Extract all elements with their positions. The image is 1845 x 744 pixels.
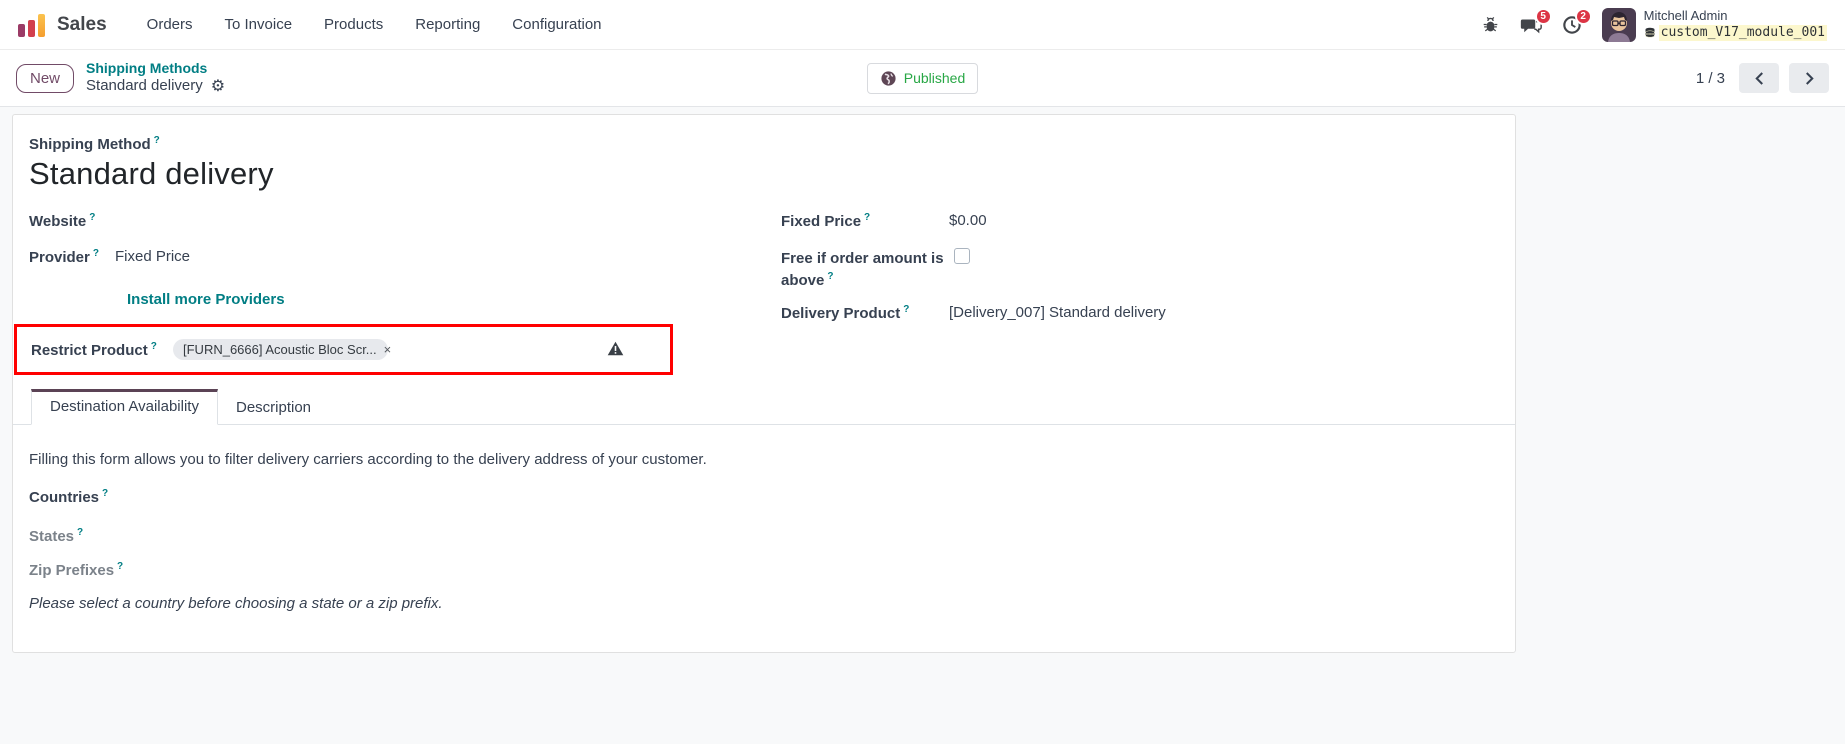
menu-reporting[interactable]: Reporting <box>415 16 480 33</box>
chevron-left-icon <box>1754 72 1765 85</box>
published-toggle[interactable]: Published <box>867 63 979 94</box>
top-navbar: Sales Orders To Invoice Products Reporti… <box>0 0 1845 50</box>
record-title[interactable]: Standard delivery <box>29 156 274 192</box>
help-icon: ? <box>154 135 160 146</box>
debug-bug-icon[interactable] <box>1481 15 1500 34</box>
pager-previous-button[interactable] <box>1739 63 1779 93</box>
free-over-checkbox[interactable] <box>954 248 970 264</box>
help-icon: ? <box>93 248 99 259</box>
restrict-product-alert-box: Restrict Product? [FURN_6666] Acoustic B… <box>14 324 673 375</box>
states-label: States <box>29 528 74 545</box>
published-label: Published <box>904 70 966 86</box>
restrict-product-tag-label: [FURN_6666] Acoustic Bloc Scr... <box>183 342 377 357</box>
messages-count-badge: 5 <box>1535 8 1552 25</box>
sales-app-icon[interactable] <box>18 13 45 37</box>
menu-products[interactable]: Products <box>324 16 383 33</box>
help-icon: ? <box>827 271 833 282</box>
provider-label: Provider <box>29 249 90 266</box>
notebook-tabs: Destination Availability Description <box>13 387 1515 425</box>
app-name[interactable]: Sales <box>57 14 107 36</box>
help-icon: ? <box>864 212 870 223</box>
globe-icon <box>880 70 897 87</box>
zip-prefixes-label: Zip Prefixes <box>29 562 114 579</box>
breadcrumb: Shipping Methods Standard delivery ⚙ <box>86 60 225 96</box>
breadcrumb-shipping-methods[interactable]: Shipping Methods <box>86 60 225 78</box>
menu-to-invoice[interactable]: To Invoice <box>225 16 293 33</box>
install-more-providers-link[interactable]: Install more Providers <box>127 291 285 308</box>
menu-configuration[interactable]: Configuration <box>512 16 601 33</box>
help-icon: ? <box>77 527 83 538</box>
main-menu: Orders To Invoice Products Reporting Con… <box>147 16 602 33</box>
database-name: custom_V17_module_001 <box>1659 25 1827 41</box>
restrict-product-label: Restrict Product <box>31 342 148 359</box>
delivery-product-field[interactable]: [Delivery_007] Standard delivery <box>949 304 1166 321</box>
help-icon: ? <box>151 341 157 352</box>
warning-icon <box>607 341 624 360</box>
help-icon: ? <box>903 304 909 315</box>
avatar <box>1602 8 1636 42</box>
user-name: Mitchell Admin <box>1644 8 1827 24</box>
help-icon: ? <box>117 561 123 572</box>
form-sheet: Shipping Method? Standard delivery Websi… <box>12 114 1516 653</box>
database-icon <box>1644 27 1656 39</box>
pager-next-button[interactable] <box>1789 63 1829 93</box>
countries-label: Countries <box>29 489 99 506</box>
free-over-label: Free if order amount is above <box>781 250 944 289</box>
help-icon: ? <box>102 488 108 499</box>
activities-clock-icon[interactable]: 2 <box>1562 15 1582 35</box>
user-menu[interactable]: Mitchell Admin custom_V17_module_001 <box>1602 8 1827 42</box>
tag-remove-icon[interactable]: × <box>384 343 392 356</box>
control-panel: New Shipping Methods Standard delivery ⚙… <box>0 50 1845 107</box>
help-icon: ? <box>89 212 95 223</box>
fixed-price-label: Fixed Price <box>781 213 861 230</box>
breadcrumb-current: Standard delivery <box>86 77 203 96</box>
website-label: Website <box>29 213 86 230</box>
delivery-product-label: Delivery Product <box>781 305 900 322</box>
country-first-note: Please select a country before choosing … <box>29 595 443 612</box>
provider-field[interactable]: Fixed Price <box>115 248 190 265</box>
menu-orders[interactable]: Orders <box>147 16 193 33</box>
actions-gear-icon[interactable]: ⚙ <box>211 79 225 95</box>
restrict-product-tag[interactable]: [FURN_6666] Acoustic Bloc Scr... × <box>173 339 388 360</box>
new-button[interactable]: New <box>16 64 74 93</box>
fixed-price-field[interactable]: $0.00 <box>949 212 987 229</box>
activities-count-badge: 2 <box>1575 8 1592 25</box>
tab-intro-text: Filling this form allows you to filter d… <box>29 451 707 468</box>
shipping-method-label: Shipping Method <box>29 136 151 153</box>
tab-destination-availability[interactable]: Destination Availability <box>31 389 218 425</box>
messages-icon[interactable]: 5 <box>1520 15 1542 35</box>
chevron-right-icon <box>1804 72 1815 85</box>
pager-count: 1 / 3 <box>1696 70 1725 87</box>
tab-description[interactable]: Description <box>218 391 329 425</box>
